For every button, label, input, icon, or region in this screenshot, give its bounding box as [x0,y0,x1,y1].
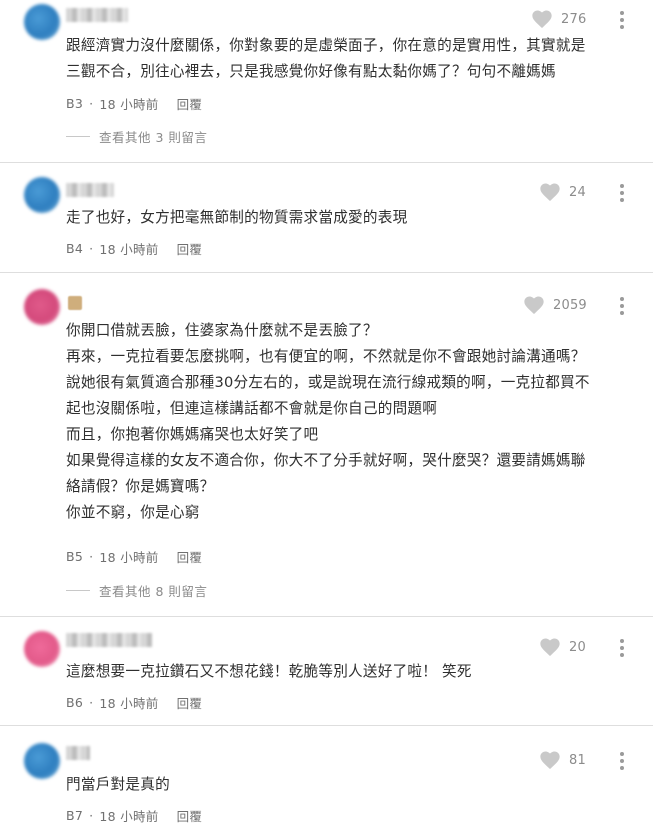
heart-icon [532,10,552,28]
comment-body: 走了也好，女方把毫無節制的物質需求當成愛的表現 [66,205,636,231]
like-count: 2059 [553,297,587,313]
floor-number: B6 [66,695,84,710]
user-badge [68,296,82,310]
more-vertical-icon [620,752,624,756]
comment-body: 這麼想要一克拉鑽石又不想花錢！乾脆等別人送好了啦！ 笑死 [66,659,636,685]
divider [0,616,653,617]
floor-number: B4 [66,241,84,256]
comment-meta: B4 · 18 小時前 回覆 [66,239,203,258]
more-options-button[interactable] [620,11,624,32]
avatar[interactable] [24,743,60,779]
like-button[interactable]: 2059 [524,296,587,314]
timestamp: 18 小時前 [99,97,159,112]
like-button[interactable]: 81 [540,751,586,769]
comment-body: 跟經濟實力沒什麼關係，你對象要的是虛榮面子，你在意的是實用性，其實就是 三觀不合… [66,33,636,85]
comment-line: 絡請假？你是媽寶嗎？ [66,478,215,495]
heart-icon [524,296,544,314]
divider [0,272,653,273]
comment-meta: B7 · 18 小時前 回覆 [66,806,203,825]
heart-icon [540,751,560,769]
reply-button[interactable]: 回覆 [177,547,203,566]
view-more-replies[interactable]: 查看其他 3 則留言 [66,127,207,146]
comment-line: 你並不窮，你是心窮 [66,504,200,521]
more-vertical-icon [620,11,624,15]
expand-line [66,136,90,137]
more-options-button[interactable] [620,297,624,318]
comment-meta: B3 · 18 小時前 回覆 [66,94,203,113]
divider [0,725,653,726]
username-blurred[interactable] [66,746,90,760]
like-button[interactable]: 276 [532,10,586,28]
floor-number: B7 [66,808,84,823]
comment-line: 起也沒關係啦，但連這樣講話都不會就是你自己的問題啊 [66,400,438,417]
comment-line: 再來，一克拉看要怎麼挑啊，也有便宜的啊，不然就是你不會跟她討論溝通嗎？ [66,348,586,365]
comment-line: 你開口借就丟臉，住婆家為什麼就不是丟臉了？ [66,322,378,339]
comment-meta: B6 · 18 小時前 回覆 [66,693,203,712]
more-vertical-icon [620,184,624,188]
divider [0,162,653,163]
avatar[interactable] [24,289,60,325]
comment-line: 說她很有氣質適合那種30分左右的，或是說現在流行線戒類的啊，一克拉都買不 [66,374,590,391]
timestamp: 18 小時前 [99,809,159,824]
like-button[interactable]: 24 [540,183,586,201]
timestamp: 18 小時前 [99,550,159,565]
heart-icon [540,638,560,656]
comment-body: 門當戶對是真的 [66,772,636,798]
comment-line: 走了也好，女方把毫無節制的物質需求當成愛的表現 [66,209,408,226]
timestamp: 18 小時前 [99,242,159,257]
more-options-button[interactable] [620,184,624,205]
like-count: 81 [569,752,586,768]
username-blurred[interactable] [66,183,114,197]
view-more-replies[interactable]: 查看其他 8 則留言 [66,581,207,600]
heart-icon [540,183,560,201]
avatar[interactable] [24,4,60,40]
reply-button[interactable]: 回覆 [177,693,203,712]
more-options-button[interactable] [620,752,624,773]
comment-body: 你開口借就丟臉，住婆家為什麼就不是丟臉了？ 再來，一克拉看要怎麼挑啊，也有便宜的… [66,318,636,526]
like-count: 20 [569,639,586,655]
comment-line: 如果覺得這樣的女友不適合你，你大不了分手就好啊，哭什麼哭？還要請媽媽聯 [66,452,586,469]
avatar[interactable] [24,177,60,213]
more-options-button[interactable] [620,639,624,660]
view-more-replies-label: 查看其他 8 則留言 [99,584,208,599]
expand-line [66,590,90,591]
username-blurred[interactable] [66,8,128,22]
comment-line: 門當戶對是真的 [66,776,170,793]
timestamp: 18 小時前 [99,696,159,711]
floor-number: B5 [66,549,84,564]
comment-line: 三觀不合，別往心裡去，只是我感覺你好像有點太黏你媽了？句句不離媽媽 [66,63,556,80]
comment-line: 跟經濟實力沒什麼關係，你對象要的是虛榮面子，你在意的是實用性，其實就是 [66,37,586,54]
avatar[interactable] [24,631,60,667]
reply-button[interactable]: 回覆 [177,806,203,825]
more-vertical-icon [620,297,624,301]
like-count: 276 [561,11,587,27]
like-button[interactable]: 20 [540,638,586,656]
comment-line: 而且，你抱著你媽媽痛哭也太好笑了吧 [66,426,319,443]
comment-line: 這麼想要一克拉鑽石又不想花錢！乾脆等別人送好了啦！ 笑死 [66,663,472,680]
reply-button[interactable]: 回覆 [177,239,203,258]
more-vertical-icon [620,639,624,643]
floor-number: B3 [66,96,84,111]
view-more-replies-label: 查看其他 3 則留言 [99,130,208,145]
comment-meta: B5 · 18 小時前 回覆 [66,547,203,566]
reply-button[interactable]: 回覆 [177,94,203,113]
like-count: 24 [569,184,586,200]
username-blurred[interactable] [66,633,152,647]
